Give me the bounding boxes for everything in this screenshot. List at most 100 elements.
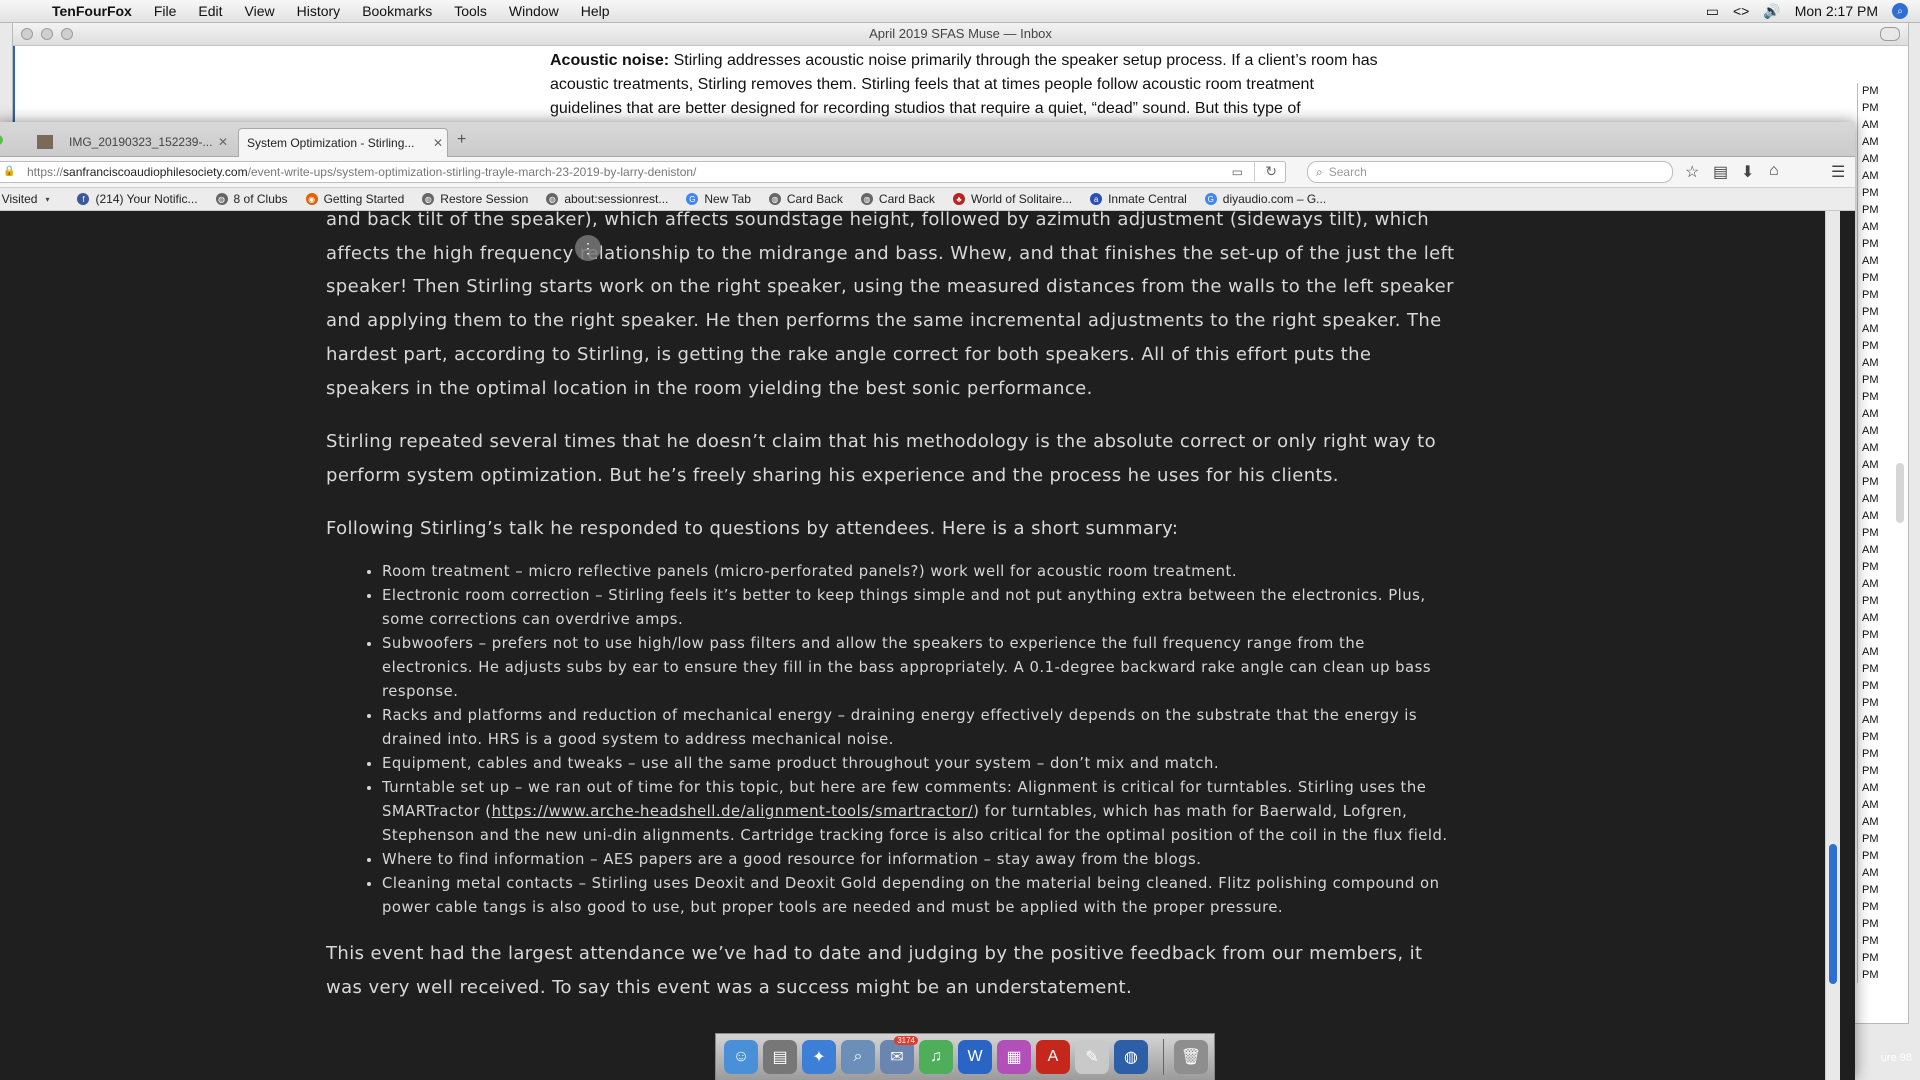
mail-time-label: PM: [1862, 238, 1879, 250]
menu-view[interactable]: View: [245, 3, 275, 19]
trash-icon[interactable]: 🗑: [1174, 1040, 1208, 1074]
dock: ☺ ▤ ✦ ⌕ ✉ 3174 ♫ W ▦ A ✎ ◍ 🗑: [715, 1033, 1215, 1080]
article: and back tilt of the speaker), which aff…: [326, 211, 1461, 1005]
itunes-icon[interactable]: ♫: [919, 1040, 953, 1074]
bookmark-item[interactable]: f (214) Your Notific...: [77, 192, 198, 206]
minimize-window-icon[interactable]: [41, 28, 53, 40]
zoom-window-icon[interactable]: [0, 135, 3, 145]
bookmark-item[interactable]: ◍ 8 of Clubs: [215, 192, 288, 206]
dropdown-icon: ▾: [45, 194, 50, 204]
display-icon[interactable]: ▭: [1706, 3, 1719, 20]
app-menu[interactable]: TenFourFox: [52, 3, 132, 19]
tab-title: IMG_20190323_152239-...: [69, 135, 213, 149]
bookmark-label: about:sessionrest...: [564, 192, 669, 206]
lock-icon[interactable]: 🔒: [3, 162, 17, 182]
bookmark-label: Getting Started: [323, 192, 405, 206]
bookmark-star-icon[interactable]: ☆: [1685, 162, 1699, 182]
spotlight-icon[interactable]: ⌕: [1892, 3, 1908, 19]
safari-icon[interactable]: ✦: [802, 1040, 836, 1074]
menu-file[interactable]: File: [154, 3, 177, 19]
mail-time-label: AM: [1862, 867, 1879, 879]
menu-help[interactable]: Help: [581, 3, 610, 19]
scrollbar-thumb[interactable]: [1829, 844, 1837, 984]
finder-icon[interactable]: ☺: [724, 1040, 758, 1074]
hamburger-menu-icon[interactable]: ☰: [1831, 162, 1845, 182]
downloads-icon[interactable]: ⬇: [1741, 162, 1754, 182]
mail-time-label: PM: [1862, 935, 1879, 947]
acrobat-icon[interactable]: A: [1036, 1040, 1070, 1074]
new-tab-icon[interactable]: +: [457, 131, 466, 149]
tab-image[interactable]: IMG_20190323_152239-... ✕: [32, 128, 232, 156]
bookmarks-toolbar: t Visited ▾ f (214) Your Notific... ◍ 8 of Cl…: [0, 188, 1855, 211]
bookmark-item[interactable]: ◉ Getting Started: [305, 192, 405, 206]
bookmark-item[interactable]: a Inmate Central: [1090, 192, 1187, 206]
tenfourfox-icon[interactable]: ◍: [1114, 1040, 1148, 1074]
mail-time-label: AM: [1862, 442, 1879, 454]
menu-edit[interactable]: Edit: [198, 3, 222, 19]
bookmark-item[interactable]: ◍ Card Back: [860, 192, 935, 206]
autoscroll-icon[interactable]: ⋮: [575, 235, 601, 261]
navigation-bar: 🔒 https://sanfranciscoaudiophilesociety.…: [0, 157, 1855, 188]
tab-system-optimization[interactable]: System Optimization - Stirling... ✕: [238, 128, 448, 157]
hard-drive-icon[interactable]: ▤: [763, 1040, 797, 1074]
bookmarks-menu-icon[interactable]: ▤: [1713, 162, 1728, 182]
mail-icon[interactable]: ✉ 3174: [880, 1036, 918, 1074]
mail-time-label: AM: [1862, 816, 1879, 828]
bookmark-item[interactable]: ◍ about:sessionrest...: [546, 192, 668, 206]
menu-history[interactable]: History: [297, 3, 341, 19]
zoom-window-icon[interactable]: [61, 28, 73, 40]
word-icon[interactable]: W: [958, 1040, 992, 1074]
mail-time-label: PM: [1862, 595, 1879, 607]
url-bar[interactable]: 🔒 https://sanfranciscoaudiophilesociety.…: [0, 161, 1286, 183]
mail-time-label: AM: [1862, 612, 1879, 624]
bookmark-label: World of Solitaire...: [970, 192, 1073, 206]
code-icon[interactable]: <>: [1733, 3, 1749, 19]
reader-view-icon[interactable]: ▭: [1232, 162, 1243, 182]
search-box[interactable]: ⌕ Search: [1307, 161, 1673, 183]
textedit-icon[interactable]: ✎: [1075, 1040, 1109, 1074]
ical-icon[interactable]: ▦: [997, 1040, 1031, 1074]
bookmark-item[interactable]: ◍ Card Back: [768, 192, 843, 206]
bookmark-item[interactable]: t Visited ▾: [0, 192, 59, 206]
list-item: Where to find information – AES papers a…: [382, 848, 1461, 872]
menu-bookmarks[interactable]: Bookmarks: [362, 3, 432, 19]
mail-time-label: PM: [1862, 918, 1879, 930]
bookmark-item[interactable]: Gdiyaudio.com – G...: [1204, 192, 1326, 206]
mail-message-body: Acoustic noise: Stirling addresses acous…: [550, 49, 1380, 121]
bookmark-item[interactable]: ◍ Restore Session: [422, 192, 528, 206]
mail-time-label: PM: [1862, 884, 1879, 896]
menu-clock[interactable]: Mon 2:17 PM: [1795, 3, 1878, 19]
reload-icon[interactable]: ↻: [1254, 161, 1277, 181]
mail-time-label: PM: [1862, 102, 1879, 114]
mail-time-label: PM: [1862, 850, 1879, 862]
mail-time-label: PM: [1862, 374, 1879, 386]
mail-time-label: PM: [1862, 901, 1879, 913]
bookmark-label: Card Back: [878, 192, 935, 206]
close-tab-icon[interactable]: ✕: [429, 136, 447, 150]
article-paragraph: and back tilt of the speaker), which aff…: [326, 211, 1455, 399]
search-placeholder: Search: [1328, 165, 1367, 179]
bookmark-item[interactable]: ♣ World of Solitaire...: [952, 192, 1073, 206]
bookmark-item[interactable]: G New Tab: [686, 192, 751, 206]
mail-time-label: PM: [1862, 340, 1879, 352]
menu-window[interactable]: Window: [509, 3, 559, 19]
mail-time-label: PM: [1862, 833, 1879, 845]
mail-scrollbar-thumb[interactable]: [1896, 463, 1904, 523]
mail-time-label: AM: [1862, 578, 1879, 590]
menu-tools[interactable]: Tools: [454, 3, 487, 19]
toolbar-toggle-icon[interactable]: [1880, 27, 1900, 41]
bookmark-label: Restore Session: [440, 192, 529, 206]
close-tab-icon[interactable]: ✕: [214, 135, 232, 149]
bookmark-label: (214) Your Notific...: [95, 192, 198, 206]
page-scrollbar[interactable]: [1825, 211, 1840, 1080]
preview-icon[interactable]: ⌕: [841, 1040, 875, 1074]
browser-window: IMG_20190323_152239-... ✕ System Optimiz…: [0, 122, 1855, 1080]
smartractor-link[interactable]: https://www.arche-headshell.de/alignment…: [492, 803, 974, 820]
mail-time-label: PM: [1862, 748, 1879, 760]
close-window-icon[interactable]: [21, 28, 33, 40]
google-icon: G: [1204, 193, 1217, 205]
mail-time-label: AM: [1862, 782, 1879, 794]
home-icon[interactable]: ⌂: [1769, 162, 1779, 180]
mail-time-label: PM: [1862, 969, 1879, 981]
volume-icon[interactable]: 🔊: [1763, 3, 1780, 20]
